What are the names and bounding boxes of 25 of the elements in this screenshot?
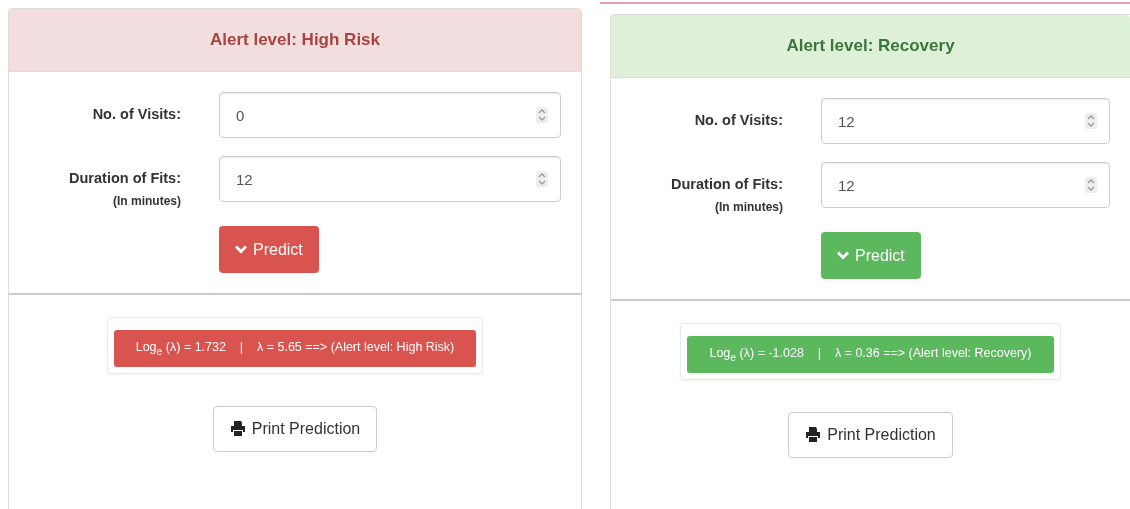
field-note: (In minutes) xyxy=(113,194,181,208)
result-message: Log$_{e}$ (λ) = 1.732 | λ = 5.65 ==> (Alert level: High Risk) xyxy=(113,330,477,367)
spinner-icon[interactable] xyxy=(1085,177,1097,193)
spinner-icon[interactable] xyxy=(1085,113,1097,129)
field-label: Duration of Fits: xyxy=(671,175,783,194)
field-label: Duration of Fits: xyxy=(69,169,181,188)
printer-icon xyxy=(805,427,822,442)
print-button[interactable]: Print Prediction xyxy=(212,405,378,452)
chevron-down-icon xyxy=(837,251,849,260)
alert-level-title: Alert level: High Risk xyxy=(209,30,381,50)
field-note: (In minutes) xyxy=(715,200,783,214)
number-field[interactable]: 0 xyxy=(219,92,561,138)
spinner-icon[interactable] xyxy=(536,107,548,123)
printer-icon xyxy=(229,421,246,436)
number-field[interactable]: 12 xyxy=(821,98,1110,144)
number-field[interactable]: 12 xyxy=(219,156,561,202)
predict-button[interactable]: Predict xyxy=(219,226,319,273)
field-label: No. of Visits: xyxy=(92,105,181,124)
field-label: No. of Visits: xyxy=(694,111,783,130)
alert-level-title: Alert level: Recovery xyxy=(786,36,955,56)
number-field[interactable]: 12 xyxy=(821,162,1110,208)
chevron-down-icon xyxy=(235,245,247,254)
print-button[interactable]: Print Prediction xyxy=(788,411,953,458)
result-message: Log$_{e}$ (λ) = -1.028 | λ = 0.36 ==> (Alert level: Recovery) xyxy=(687,336,1054,373)
spinner-icon[interactable] xyxy=(536,171,548,187)
